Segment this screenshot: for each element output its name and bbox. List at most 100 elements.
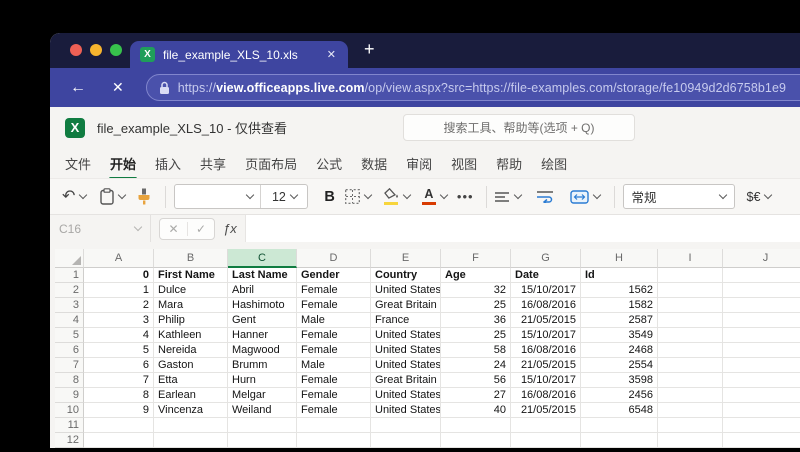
cell-I12[interactable]: [658, 433, 723, 448]
cell-D8[interactable]: Female: [297, 373, 371, 388]
cell-G1[interactable]: Date: [511, 268, 581, 283]
cell-E10[interactable]: United States: [371, 403, 441, 418]
row-header-3[interactable]: 3: [55, 298, 84, 313]
cell-H3[interactable]: 1582: [581, 298, 658, 313]
cell-E5[interactable]: United States: [371, 328, 441, 343]
cell-J11[interactable]: [723, 418, 800, 433]
cell-G12[interactable]: [511, 433, 581, 448]
cell-D3[interactable]: Female: [297, 298, 371, 313]
font-color-button[interactable]: A: [421, 188, 449, 206]
fill-color-button[interactable]: [383, 188, 412, 205]
cell-B8[interactable]: Etta: [154, 373, 228, 388]
cell-B6[interactable]: Nereida: [154, 343, 228, 358]
cell-E1[interactable]: Country: [371, 268, 441, 283]
cell-B10[interactable]: Vincenza: [154, 403, 228, 418]
row-header-4[interactable]: 4: [55, 313, 84, 328]
cell-G4[interactable]: 21/05/2015: [511, 313, 581, 328]
cell-A6[interactable]: 5: [84, 343, 154, 358]
cell-F4[interactable]: 36: [441, 313, 511, 328]
cell-H6[interactable]: 2468: [581, 343, 658, 358]
column-header-C[interactable]: C: [228, 249, 297, 268]
cell-A9[interactable]: 8: [84, 388, 154, 403]
maximize-window-button[interactable]: [110, 44, 122, 56]
cell-I8[interactable]: [658, 373, 723, 388]
name-box[interactable]: C16: [50, 215, 150, 242]
cell-J10[interactable]: [723, 403, 800, 418]
wrap-text-button[interactable]: [536, 190, 554, 203]
row-header-7[interactable]: 7: [55, 358, 84, 373]
formula-input[interactable]: [244, 215, 800, 242]
cell-B5[interactable]: Kathleen: [154, 328, 228, 343]
cell-A10[interactable]: 9: [84, 403, 154, 418]
cell-A12[interactable]: [84, 433, 154, 448]
cell-J6[interactable]: [723, 343, 800, 358]
cell-J1[interactable]: [723, 268, 800, 283]
column-header-F[interactable]: F: [441, 249, 511, 268]
row-header-8[interactable]: 8: [55, 373, 84, 388]
column-header-J[interactable]: J: [723, 249, 800, 268]
cell-G9[interactable]: 16/08/2016: [511, 388, 581, 403]
cell-D4[interactable]: Male: [297, 313, 371, 328]
format-painter-button[interactable]: [137, 188, 151, 205]
cell-A7[interactable]: 6: [84, 358, 154, 373]
cell-G10[interactable]: 21/05/2015: [511, 403, 581, 418]
number-format-dropdown[interactable]: 常规: [622, 184, 735, 209]
row-header-11[interactable]: 11: [55, 418, 84, 433]
row-header-6[interactable]: 6: [55, 343, 84, 358]
column-header-H[interactable]: H: [581, 249, 658, 268]
row-header-9[interactable]: 9: [55, 388, 84, 403]
cell-B9[interactable]: Earlean: [154, 388, 228, 403]
new-tab-button[interactable]: +: [364, 39, 375, 60]
cell-G3[interactable]: 16/08/2016: [511, 298, 581, 313]
bold-button[interactable]: B: [324, 189, 334, 205]
cell-H8[interactable]: 3598: [581, 373, 658, 388]
menu-item[interactable]: 帮助: [496, 154, 522, 173]
cell-H2[interactable]: 1562: [581, 283, 658, 298]
cell-I3[interactable]: [658, 298, 723, 313]
cell-E3[interactable]: Great Britain: [371, 298, 441, 313]
cell-F5[interactable]: 25: [441, 328, 511, 343]
menu-item[interactable]: 开始: [109, 154, 138, 180]
cancel-entry-button[interactable]: ✕: [160, 222, 187, 236]
cell-H10[interactable]: 6548: [581, 403, 658, 418]
cell-F3[interactable]: 25: [441, 298, 511, 313]
confirm-entry-button[interactable]: ✓: [187, 221, 214, 236]
cell-B4[interactable]: Philip: [154, 313, 228, 328]
cell-C6[interactable]: Magwood: [228, 343, 297, 358]
cell-I2[interactable]: [658, 283, 723, 298]
cell-D2[interactable]: Female: [297, 283, 371, 298]
cell-B7[interactable]: Gaston: [154, 358, 228, 373]
paste-button[interactable]: [100, 188, 127, 205]
menu-item[interactable]: 公式: [316, 154, 342, 173]
cell-F7[interactable]: 24: [441, 358, 511, 373]
cell-F10[interactable]: 40: [441, 403, 511, 418]
cell-E11[interactable]: [371, 418, 441, 433]
column-header-I[interactable]: I: [658, 249, 723, 268]
row-header-5[interactable]: 5: [55, 328, 84, 343]
cell-H11[interactable]: [581, 418, 658, 433]
cell-C7[interactable]: Brumm: [228, 358, 297, 373]
insert-function-button[interactable]: ƒx: [223, 221, 237, 236]
cell-E7[interactable]: United States: [371, 358, 441, 373]
cell-D1[interactable]: Gender: [297, 268, 371, 283]
cell-J5[interactable]: [723, 328, 800, 343]
cell-A8[interactable]: 7: [84, 373, 154, 388]
cell-J3[interactable]: [723, 298, 800, 313]
menu-item[interactable]: 视图: [451, 154, 477, 173]
row-header-10[interactable]: 10: [55, 403, 84, 418]
stop-button[interactable]: ✕: [112, 79, 124, 96]
currency-format-button[interactable]: $€: [747, 190, 773, 204]
cell-F11[interactable]: [441, 418, 511, 433]
cell-C10[interactable]: Weiland: [228, 403, 297, 418]
cell-G8[interactable]: 15/10/2017: [511, 373, 581, 388]
cell-J12[interactable]: [723, 433, 800, 448]
column-header-A[interactable]: A: [84, 249, 154, 268]
cell-A5[interactable]: 4: [84, 328, 154, 343]
cell-I7[interactable]: [658, 358, 723, 373]
cell-A4[interactable]: 3: [84, 313, 154, 328]
more-options-button[interactable]: •••: [457, 189, 474, 204]
column-header-G[interactable]: G: [511, 249, 581, 268]
cell-A11[interactable]: [84, 418, 154, 433]
row-header-1[interactable]: 1: [55, 268, 84, 283]
column-header-E[interactable]: E: [371, 249, 441, 268]
